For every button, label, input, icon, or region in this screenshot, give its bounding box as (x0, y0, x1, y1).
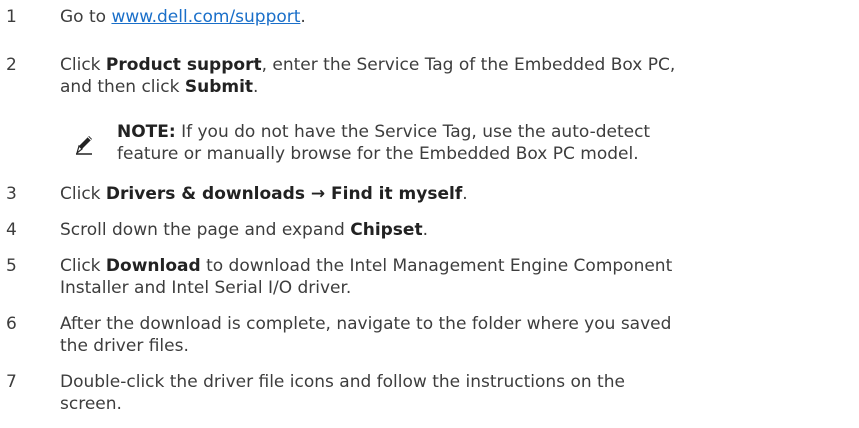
step-number: 6 (6, 314, 17, 334)
note-box: NOTE: If you do not have the Service Tag… (60, 121, 850, 171)
step-text: Click Drivers & downloads → Find it myse… (60, 183, 850, 205)
step-text-segment: Click (60, 256, 106, 276)
step-number: 3 (6, 184, 17, 204)
document: 1 Go to www.dell.com/support. 2 Click Pr… (0, 0, 859, 428)
bold-term: Drivers & downloads (105, 184, 305, 204)
step-text-segment: . (462, 184, 468, 204)
step-number: 2 (6, 55, 17, 75)
step-text-segment: . (253, 77, 259, 97)
step-text-segment: Click (60, 184, 106, 204)
step-line: Click Product support, enter the Service… (60, 54, 850, 76)
step-line: Double-click the driver file icons and f… (60, 372, 625, 392)
step-line: Click Download to download the Intel Man… (60, 255, 850, 277)
note-line: feature or manually browse for the Embed… (117, 144, 639, 164)
step-line: screen. (60, 394, 122, 414)
bold-term: Chipset (350, 220, 423, 240)
step-text-segment: . (300, 7, 306, 27)
step-text-segment: Go to (60, 7, 112, 27)
step-text: After the download is complete, navigate… (60, 313, 850, 357)
step-text-segment: to download the Intel Management Engine … (200, 256, 673, 276)
step-text: Double-click the driver file icons and f… (60, 371, 850, 415)
note-line: NOTE: If you do not have the Service Tag… (117, 121, 837, 143)
note-label: NOTE: (117, 122, 176, 142)
step-line: and then click Submit. (60, 76, 850, 98)
note-text: NOTE: If you do not have the Service Tag… (117, 121, 837, 165)
pencil-note-icon (74, 133, 94, 155)
note-text-segment: If you do not have the Service Tag, use … (175, 122, 651, 142)
step-text-segment: and then click (60, 77, 185, 97)
arrow-separator: → (304, 184, 332, 204)
step-line: After the download is complete, navigate… (60, 314, 672, 334)
step-text: Click Product support, enter the Service… (60, 54, 850, 98)
step-text-segment: Click (60, 55, 106, 75)
bold-term: Find it myself (331, 184, 463, 204)
step-number: 5 (6, 256, 17, 276)
step-number: 4 (6, 220, 17, 240)
bold-term: Submit (184, 77, 254, 97)
step-text: Go to www.dell.com/support. (60, 6, 850, 28)
step-text: Click Download to download the Intel Man… (60, 255, 850, 299)
step-text-segment: . (422, 220, 428, 240)
support-link[interactable]: www.dell.com/support (111, 7, 300, 27)
step-text-segment: , enter the Service Tag of the Embedded … (261, 55, 676, 75)
step-line: Installer and Intel Serial I/O driver. (60, 278, 352, 298)
bold-term: Download (105, 256, 201, 276)
step-number: 7 (6, 372, 17, 392)
step-number: 1 (6, 7, 17, 27)
bold-term: Product support (105, 55, 262, 75)
step-line: the driver files. (60, 336, 189, 356)
step-text-segment: Scroll down the page and expand (60, 220, 351, 240)
step-text: Scroll down the page and expand Chipset. (60, 219, 850, 241)
